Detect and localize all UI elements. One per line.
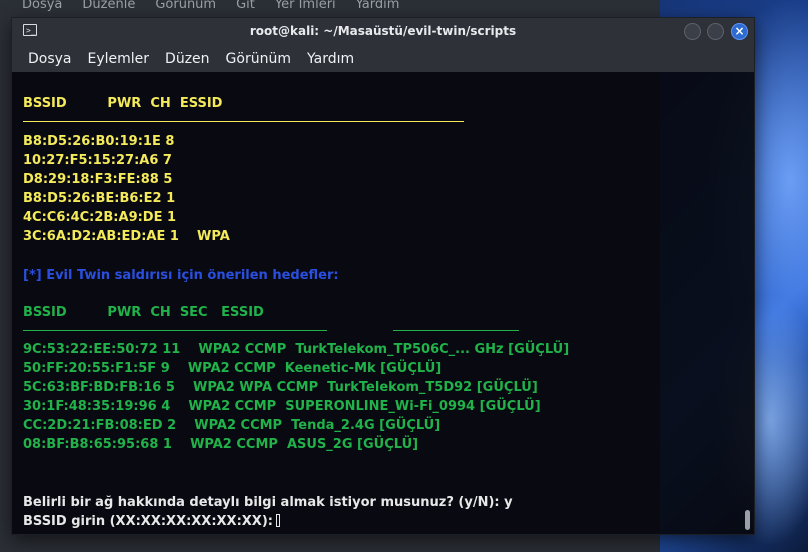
- scrollbar[interactable]: [745, 72, 751, 534]
- scan-row: 3C:6A:D2:AB:ED:AE 1 WPA: [23, 229, 230, 244]
- target-row: 5C:63:BF:BD:FB:16 5 WPA2 WPA CCMP TurkTe…: [23, 380, 538, 395]
- bssid-prompt-line[interactable]: BSSID girin (XX:XX:XX:XX:XX:XX):: [23, 514, 280, 530]
- scan-row: 4C:C6:4C:2B:A9:DE 1: [23, 210, 177, 225]
- menu-help[interactable]: Yardım: [299, 46, 362, 72]
- target-row: CC:2D:21:FB:08:ED 2 WPA2 CCMP Tenda_2.4G…: [23, 418, 441, 433]
- scan-header-rule: [23, 121, 464, 122]
- close-icon: ×: [734, 24, 745, 38]
- bg-menu-item[interactable]: Git: [236, 0, 255, 14]
- scan-header: BSSID PWR CH ESSID: [23, 96, 223, 111]
- menu-edit[interactable]: Düzen: [157, 46, 218, 72]
- scan-row: D8:29:18:F3:FE:88 5: [23, 172, 173, 187]
- close-button[interactable]: ×: [731, 23, 748, 40]
- target-header: BSSID PWR CH SEC ESSID: [23, 305, 264, 320]
- scrollbar-thumb[interactable]: [745, 510, 750, 530]
- target-row: 50:FF:20:55:F1:5F 9 WPA2 CCMP Keenetic-M…: [23, 361, 442, 376]
- bssid-prompt: BSSID girin (XX:XX:XX:XX:XX:XX):: [23, 514, 273, 529]
- bg-menu-item[interactable]: Yardım: [356, 0, 400, 14]
- window-title: root@kali: ~/Masaüstü/evil-twin/scripts: [249, 24, 517, 38]
- scan-row: 10:27:F5:15:27:A6 7: [23, 153, 172, 168]
- target-header-rule-right: [393, 330, 519, 331]
- terminal-titlebar[interactable]: >_ root@kali: ~/Masaüstü/evil-twin/scrip…: [12, 18, 754, 46]
- terminal-output[interactable]: BSSID PWR CH ESSID B8:D5:26:B0:19:1E 8 1…: [12, 72, 744, 534]
- background-menubar: Dosya Düzenle Görünüm Git Yer İmleri Yar…: [0, 0, 682, 14]
- scan-row: B8:D5:26:BE:B6:E2 1: [23, 191, 176, 206]
- scan-row: B8:D5:26:B0:19:1E 8: [23, 134, 175, 149]
- terminal-menubar: Dosya Eylemler Düzen Görünüm Yardım: [12, 46, 754, 72]
- prompt-question: Belirli bir ağ hakkında detaylı bilgi al…: [23, 495, 513, 510]
- text-cursor: [275, 514, 280, 527]
- menu-file[interactable]: Dosya: [20, 46, 80, 72]
- target-row: 08:BF:B8:65:95:68 1 WPA2 CCMP ASUS_2G [G…: [23, 437, 419, 452]
- target-header-rule-left: [23, 330, 327, 331]
- terminal-window[interactable]: >_ root@kali: ~/Masaüstü/evil-twin/scrip…: [12, 18, 754, 534]
- menu-view[interactable]: Görünüm: [218, 46, 299, 72]
- target-row: 30:1F:48:35:19:96 4 WPA2 CCMP SUPERONLIN…: [23, 399, 541, 414]
- bg-menu-item[interactable]: Düzenle: [82, 0, 135, 14]
- minimize-button[interactable]: [684, 23, 701, 40]
- bg-menu-item[interactable]: Dosya: [22, 0, 62, 14]
- bg-menu-item[interactable]: Yer İmleri: [275, 0, 336, 14]
- menu-actions[interactable]: Eylemler: [80, 46, 158, 72]
- maximize-button[interactable]: [707, 23, 724, 40]
- target-row: 9C:53:22:EE:50:72 11 WPA2 CCMP TurkTelek…: [23, 342, 570, 357]
- bg-menu-item[interactable]: Görünüm: [155, 0, 216, 14]
- recommend-title: [*] Evil Twin saldırısı için önerilen he…: [23, 268, 339, 283]
